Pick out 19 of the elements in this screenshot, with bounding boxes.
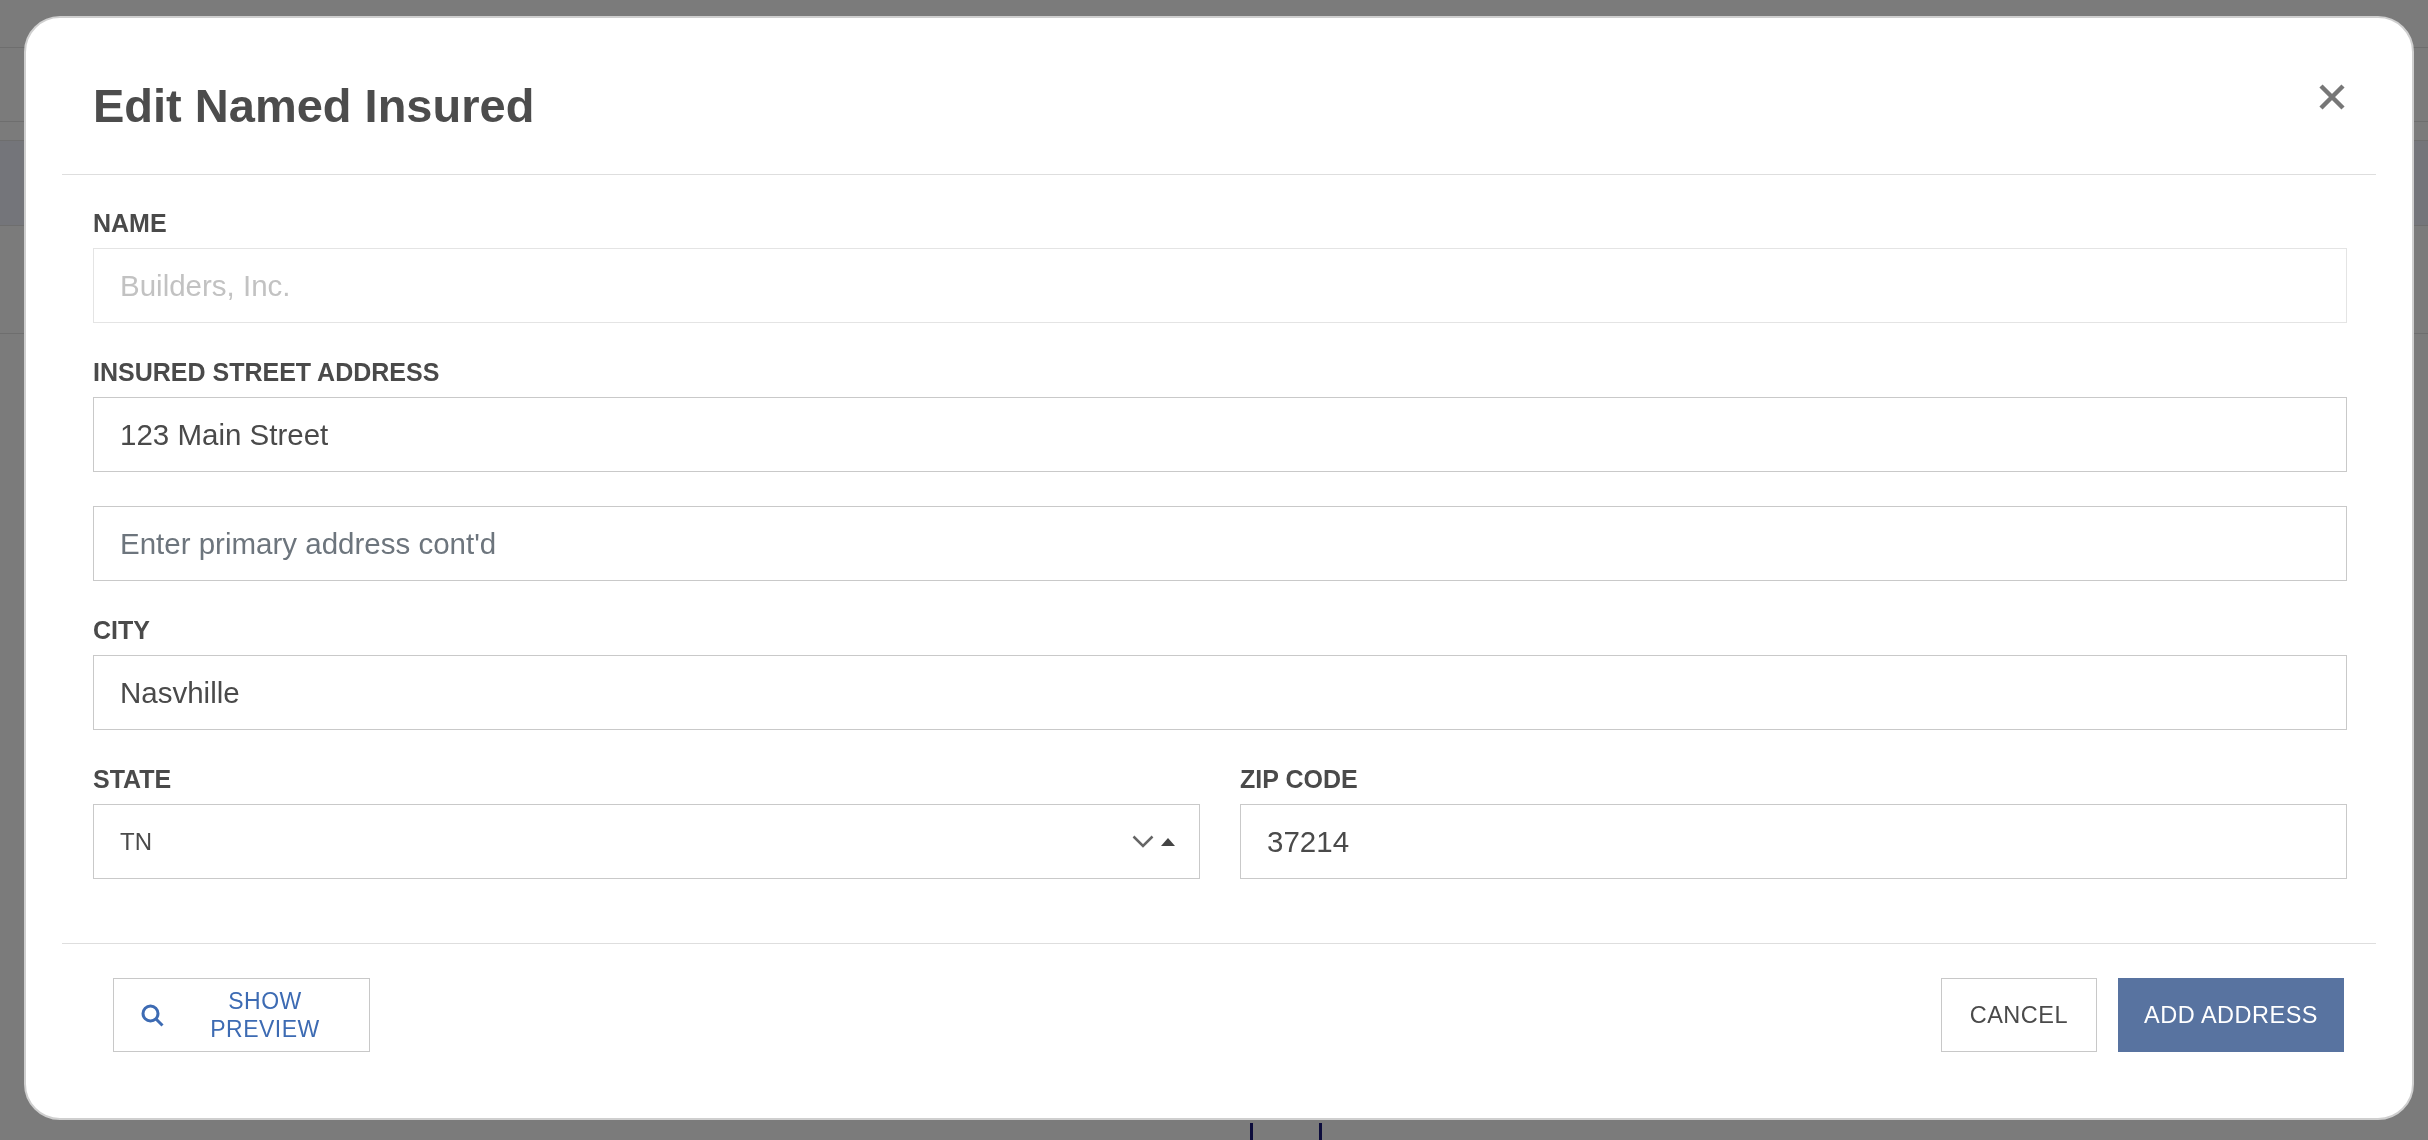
dropdown-field[interactable]: TN	[93, 804, 1200, 879]
caret-up-icon	[1161, 837, 1175, 846]
field-label: STATE	[93, 764, 173, 794]
text-input-field[interactable]: Nasvhille	[93, 655, 2347, 730]
show-preview-button[interactable]: SHOW PREVIEW	[113, 978, 370, 1052]
text-input-field[interactable]: Enter primary address cont'd	[93, 506, 2347, 581]
chevron-down-icon	[1132, 835, 1154, 848]
search-icon	[141, 1003, 164, 1027]
field-label: ZIP CODE	[1240, 764, 1359, 794]
add-address-button[interactable]: ADD ADDRESS	[2118, 978, 2344, 1052]
background-box-outline	[1250, 1123, 1322, 1140]
dialog-title: Edit Named Insured	[93, 78, 535, 134]
close-icon[interactable]	[2319, 84, 2345, 110]
field-label: CITY	[93, 615, 151, 645]
text-input-field[interactable]: 123 Main Street	[93, 397, 2347, 472]
field-label: INSURED STREET ADDRESS	[93, 357, 441, 387]
text-input-field[interactable]: 37214	[1240, 804, 2347, 879]
cancel-button[interactable]: CANCEL	[1940, 978, 2098, 1052]
field-label: NAME	[93, 208, 168, 238]
